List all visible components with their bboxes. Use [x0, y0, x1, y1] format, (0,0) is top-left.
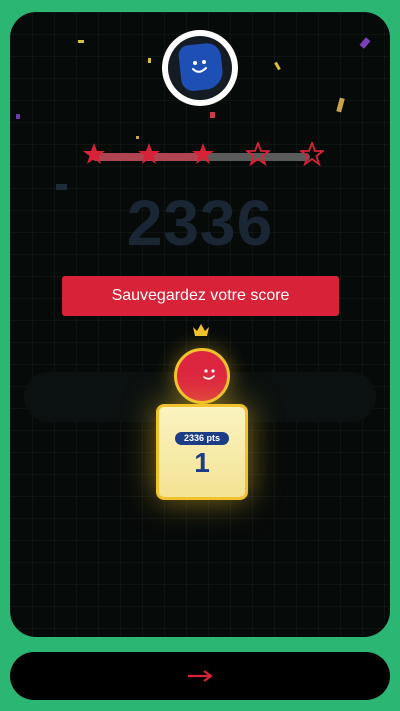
star-icon-filled: [137, 142, 161, 166]
star-icon-empty: [298, 140, 326, 167]
star-icon-filled: [82, 142, 106, 166]
confetti: [210, 112, 215, 118]
bottom-nav-bar: [10, 652, 390, 700]
avatar-face-icon: [192, 60, 207, 73]
next-button[interactable]: [185, 658, 215, 694]
avatar-icon: [168, 36, 232, 100]
confetti: [148, 58, 151, 63]
confetti: [16, 114, 20, 119]
confetti: [78, 40, 84, 43]
leaderboard-rank-card: 2336 pts 1: [156, 404, 248, 500]
player-avatar: [162, 30, 238, 106]
score-value: 2336: [126, 187, 274, 259]
game-over-panel: 2336 Sauvegardez votre score 2336 pts 1: [10, 12, 390, 637]
crown-icon: [193, 324, 209, 336]
points-badge: 2336 pts: [175, 432, 229, 445]
star-rating: [82, 140, 326, 172]
confetti: [136, 136, 139, 139]
player-avatar-icon: [174, 348, 230, 404]
save-score-button[interactable]: Sauvegardez votre score: [62, 276, 339, 316]
arrow-right-icon: [188, 670, 213, 682]
rank-number: 1: [194, 447, 210, 478]
star-icon-filled: [191, 142, 215, 166]
star-icon-empty: [243, 140, 272, 167]
